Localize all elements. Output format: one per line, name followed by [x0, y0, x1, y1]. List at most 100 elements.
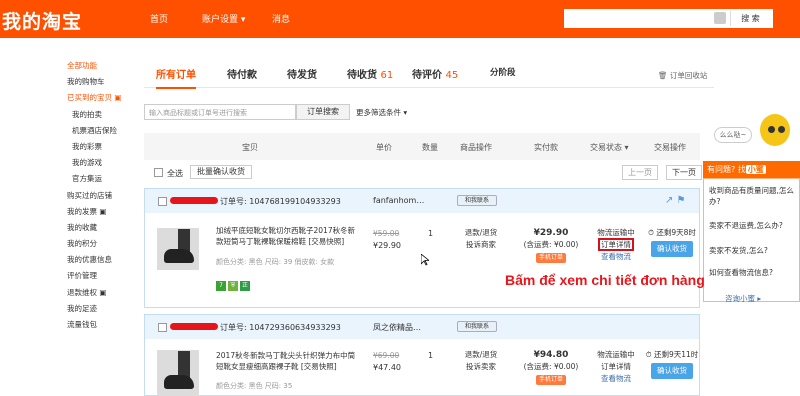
product-title[interactable]: 2017秋冬新款马丁靴尖头针织弹力布中筒短靴女显瘦细高跟裸子靴 [交易快照]: [216, 351, 362, 372]
nav-messages[interactable]: 消息: [272, 12, 290, 25]
col-actions: 交易操作: [654, 143, 686, 152]
confirm-receipt-button[interactable]: 确认收货: [651, 363, 693, 379]
sidebar: 全部功能 我的购物车 已买到的宝贝 ▣ 我的拍卖 机票酒店保险 我的彩票 我的游戏 官方集运购…: [67, 58, 147, 333]
product-thumbnail[interactable]: [157, 228, 199, 270]
order-search-button[interactable]: 订单搜索: [296, 104, 350, 120]
more-filters-link[interactable]: 更多筛选条件 ▾: [356, 107, 407, 118]
sidebar-item[interactable]: 全部功能: [67, 58, 147, 74]
order-status: 物流运输中订单详情 查看物流: [591, 349, 641, 385]
top-search-input[interactable]: [566, 11, 716, 26]
help-question[interactable]: 卖家不退运费,怎么办?: [709, 220, 795, 231]
sidebar-item[interactable]: 已买到的宝贝 ▣: [67, 90, 147, 106]
sidebar-item[interactable]: 我的拍卖: [67, 107, 147, 123]
shoe-shape: [164, 375, 194, 389]
shipping-fee: (含运费: ¥0.00): [523, 362, 579, 371]
sidebar-item[interactable]: 退款维权 ▣: [67, 285, 147, 301]
item-ops: 退款/退货 投诉商家: [456, 227, 506, 251]
order-search-input[interactable]: 输入商品标题或订单号进行搜索: [144, 104, 296, 120]
col-paid: 实付款: [534, 143, 558, 152]
top-bar: 我的淘宝 首页 账户设置 ▾ 消息 搜 索: [0, 0, 800, 38]
product-title[interactable]: 加绒平底短靴女靴切尔西靴子2017秋冬新款短筒马丁靴裸靴保暖棉鞋 [交易快照]: [216, 226, 362, 247]
sidebar-item[interactable]: 我的积分: [67, 236, 147, 252]
bulk-bar: 全选 批量确认收货 上一页 下一页: [144, 163, 702, 183]
top-search: 搜 索: [564, 9, 773, 28]
bee-mascot-icon[interactable]: [758, 112, 792, 148]
tab-pending-payment[interactable]: 待付款: [227, 66, 257, 81]
product-thumbnail[interactable]: [157, 350, 199, 396]
product-attributes: 颜色分类: 黑色 尺码: 39 俏皮款: 女款: [216, 258, 335, 266]
sidebar-item[interactable]: 我的优惠信息: [67, 252, 147, 268]
tab-pending-shipment[interactable]: 待发货: [287, 66, 317, 81]
help-question[interactable]: 收到商品有质量问题,怎么办?: [709, 185, 795, 207]
mouse-cursor-icon: [421, 254, 429, 266]
order-checkbox[interactable]: [158, 197, 167, 206]
nav-home[interactable]: 首页: [150, 12, 168, 25]
tab-count: 45: [445, 70, 459, 81]
complain-link[interactable]: 投诉商家: [456, 239, 506, 251]
sidebar-item[interactable]: 我的足迹: [67, 301, 147, 317]
view-logistics-link[interactable]: 查看物流: [591, 251, 641, 263]
order-number: 订单号: 104729360634933293: [220, 323, 341, 332]
sidebar-item[interactable]: 我的游戏: [67, 155, 147, 171]
order-card: 订单号: 104768199104933293 fanfanhom… 和我联系 …: [144, 188, 700, 308]
order-detail-link[interactable]: 订单详情: [598, 238, 634, 251]
shop-name[interactable]: fanfanhom…: [373, 196, 424, 205]
status-text: 物流运输中: [597, 350, 635, 359]
share-icon[interactable]: ↗ ⚑: [665, 195, 686, 206]
unit-price: ¥47.40: [373, 363, 401, 372]
clear-icon[interactable]: [714, 12, 726, 24]
view-logistics-link[interactable]: 查看物流: [591, 373, 641, 385]
consult-link[interactable]: 咨询小蜜 ▸: [725, 293, 761, 304]
complain-link[interactable]: 投诉卖家: [456, 361, 506, 373]
help-widget: 么么哒~ 有问题? 找小蜜 收到商品有质量问题,怎么办? 卖家不退运费,怎么办?…: [700, 104, 800, 304]
order-detail-link[interactable]: 订单详情: [591, 361, 641, 373]
prev-page-button[interactable]: 上一页: [622, 165, 658, 180]
tab-pending-review[interactable]: 待评价 45: [412, 66, 458, 81]
col-price: 单价: [376, 143, 392, 152]
order-checkbox[interactable]: [158, 323, 167, 332]
mascot-eye: [778, 126, 785, 133]
help-question[interactable]: 卖家不发货,怎么?: [709, 245, 795, 256]
redacted-date: [170, 323, 218, 330]
refund-link[interactable]: 退款/退货: [456, 349, 506, 361]
sidebar-item[interactable]: 流量钱包: [67, 317, 147, 333]
shop-name[interactable]: 凤之依精品…: [373, 322, 421, 333]
sidebar-item[interactable]: 评价管理: [67, 268, 147, 284]
help-bar[interactable]: 有问题? 找小蜜: [703, 161, 800, 178]
batch-confirm-button[interactable]: 批量确认收货: [190, 165, 252, 179]
payment: ¥29.90 (含运费: ¥0.00) 手机订单: [509, 227, 593, 263]
col-qty: 数量: [422, 143, 438, 152]
refund-link[interactable]: 退款/退货: [456, 227, 506, 239]
time-remaining: ⏱ 还剩9天11时: [645, 350, 699, 359]
contact-seller-button[interactable]: 和我联系: [457, 195, 497, 206]
badge-genuine-icon: 正: [240, 281, 250, 291]
order-recycle-bin[interactable]: 🗑 订单回收站: [658, 70, 707, 81]
tab-count: 61: [380, 70, 394, 81]
sidebar-item[interactable]: 官方集运: [67, 171, 147, 187]
sidebar-item[interactable]: 我的彩票: [67, 139, 147, 155]
sidebar-item[interactable]: 购买过的店铺: [67, 188, 147, 204]
sidebar-item[interactable]: 我的购物车: [67, 74, 147, 90]
tab-pending-receipt[interactable]: 待收货 61: [347, 66, 393, 81]
sidebar-item[interactable]: 我的发票 ▣: [67, 204, 147, 220]
sidebar-item[interactable]: 我的收藏: [67, 220, 147, 236]
select-all-checkbox[interactable]: [154, 168, 163, 177]
shipping-fee: (含运费: ¥0.00): [523, 240, 579, 249]
confirm-receipt-button[interactable]: 确认收货: [651, 241, 693, 257]
unit-price: ¥29.90: [373, 241, 401, 250]
next-page-button[interactable]: 下一页: [666, 165, 702, 180]
total-paid: ¥29.90: [533, 228, 569, 238]
site-logo[interactable]: 我的淘宝: [2, 7, 82, 34]
badge-shield-icon: ⛨: [228, 281, 238, 291]
col-status[interactable]: 交易状态 ▾: [590, 142, 629, 153]
tab-all-orders[interactable]: 所有订单: [156, 66, 196, 89]
col-item-ops: 商品操作: [460, 143, 492, 152]
contact-seller-button[interactable]: 和我联系: [457, 321, 497, 332]
top-search-button[interactable]: 搜 索: [730, 11, 770, 26]
tab-installment[interactable]: 分阶段: [490, 66, 516, 78]
help-question[interactable]: 如何查看物流信息?: [709, 267, 795, 278]
sidebar-item[interactable]: 机票酒店保险: [67, 123, 147, 139]
mobile-order-badge: 手机订单: [535, 375, 566, 385]
original-price: ¥59.00: [373, 229, 400, 238]
nav-account-settings[interactable]: 账户设置 ▾: [202, 12, 245, 25]
